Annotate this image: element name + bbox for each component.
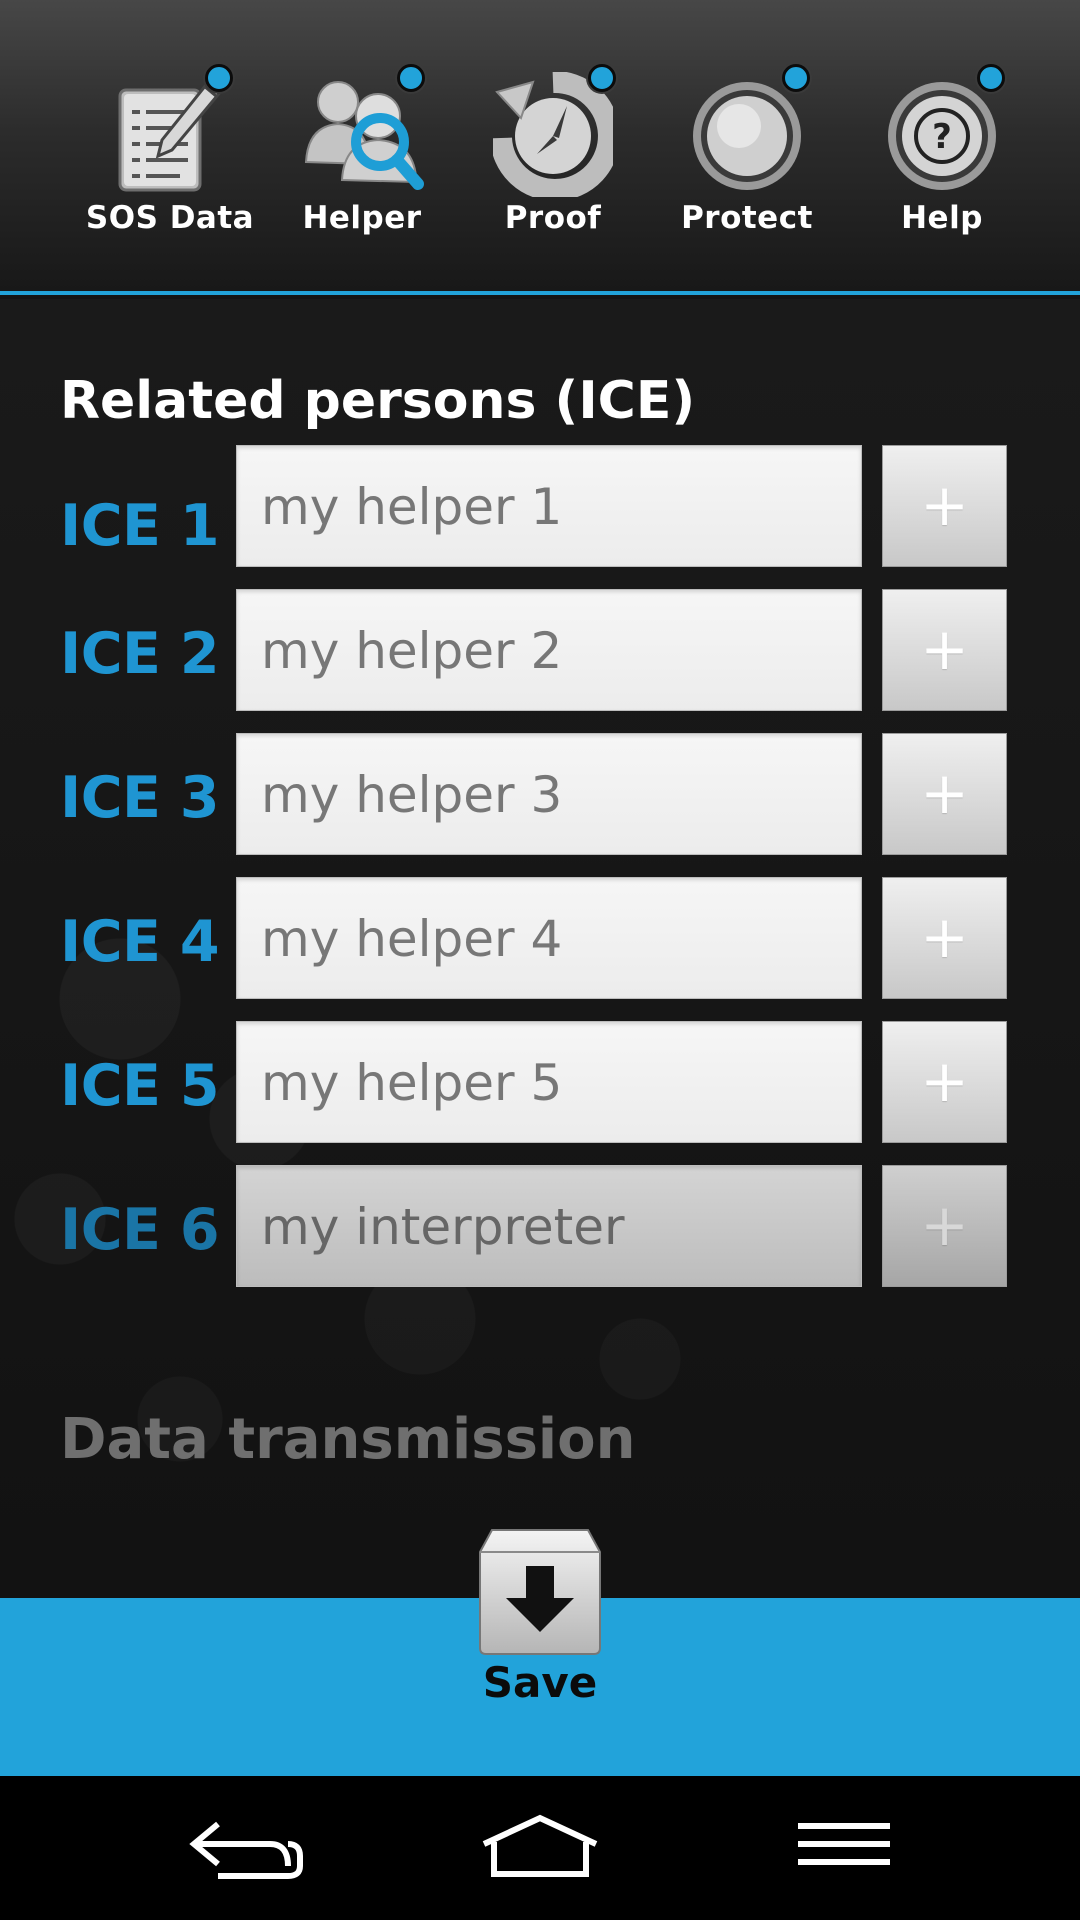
ice-label: ICE 6 — [60, 1197, 219, 1263]
ice-6-field[interactable]: my interpreter — [236, 1165, 862, 1287]
ice-3-add-button[interactable]: + — [882, 733, 1007, 855]
toolbar-item-label: Protect — [681, 200, 813, 236]
toolbar-item-label: Helper — [302, 200, 422, 236]
notification-badge — [205, 64, 233, 92]
toolbar-item-sos-data[interactable]: SOS Data — [85, 60, 255, 250]
ice-label: ICE 5 — [60, 1053, 219, 1119]
ice-4-add-button[interactable]: + — [882, 877, 1007, 999]
main-content: Related persons (ICE) ICE 1 my helper 1 … — [0, 299, 1080, 1598]
ice-1-add-button[interactable]: + — [882, 445, 1007, 567]
ice-row-6: ICE 6 my interpreter + — [0, 1165, 1080, 1289]
notification-badge — [782, 64, 810, 92]
ice-label: ICE 1 — [60, 493, 219, 559]
section-title: Related persons (ICE) — [60, 371, 696, 431]
toolbar-item-proof[interactable]: Proof — [468, 60, 638, 250]
top-toolbar: SOS Data Helper Proof Protect ? Help — [0, 0, 1080, 295]
ice-label: ICE 3 — [60, 765, 219, 831]
ice-2-field[interactable]: my helper 2 — [236, 589, 862, 711]
ice-label: ICE 2 — [60, 621, 219, 687]
toolbar-item-label: Help — [901, 200, 983, 236]
svg-text:?: ? — [932, 117, 952, 157]
ice-row-2: ICE 2 my helper 2 + — [0, 589, 1080, 713]
toolbar-item-label: SOS Data — [85, 200, 255, 236]
toolbar-item-label: Proof — [504, 200, 602, 236]
menu-icon[interactable] — [778, 1806, 908, 1896]
save-button[interactable] — [478, 1528, 602, 1656]
ice-row-1: ICE 1 my helper 1 + — [0, 445, 1080, 569]
ice-label: ICE 4 — [60, 909, 219, 975]
data-transmission-title: Data transmission — [60, 1407, 636, 1472]
ice-4-field[interactable]: my helper 4 — [236, 877, 862, 999]
toolbar-item-helper[interactable]: Helper — [277, 60, 447, 250]
home-icon[interactable] — [476, 1806, 606, 1896]
ice-6-add-button[interactable]: + — [882, 1165, 1007, 1287]
ice-row-3: ICE 3 my helper 3 + — [0, 733, 1080, 857]
ice-5-add-button[interactable]: + — [882, 1021, 1007, 1143]
ice-3-field[interactable]: my helper 3 — [236, 733, 862, 855]
toolbar-item-protect[interactable]: Protect — [662, 60, 832, 250]
download-arrow-icon — [479, 1529, 601, 1655]
back-arrow-icon[interactable] — [178, 1806, 308, 1896]
notification-badge — [977, 64, 1005, 92]
ice-1-field[interactable]: my helper 1 — [236, 445, 862, 567]
notification-badge — [588, 64, 616, 92]
notification-badge — [397, 64, 425, 92]
toolbar-item-help[interactable]: ? Help — [857, 60, 1027, 250]
ice-5-field[interactable]: my helper 5 — [236, 1021, 862, 1143]
ice-row-5: ICE 5 my helper 5 + — [0, 1021, 1080, 1145]
ice-2-add-button[interactable]: + — [882, 589, 1007, 711]
system-nav-bar — [0, 1776, 1080, 1920]
save-label: Save — [482, 1658, 598, 1707]
ice-row-4: ICE 4 my helper 4 + — [0, 877, 1080, 1001]
